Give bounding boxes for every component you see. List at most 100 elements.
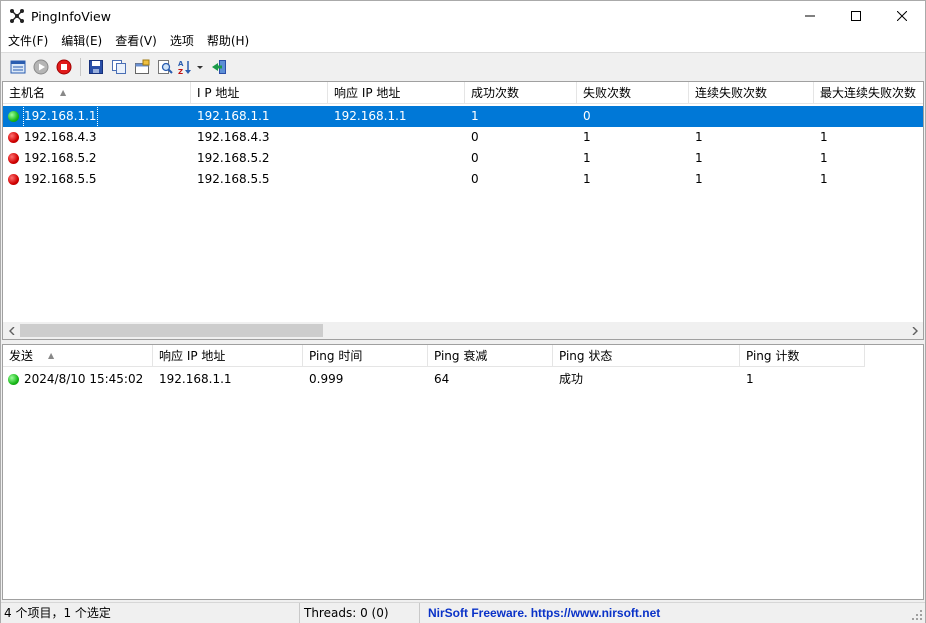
scroll-thumb[interactable] (20, 324, 323, 337)
close-icon (897, 11, 907, 21)
column-header-reply-ip[interactable]: 响应 IP 地址 (328, 82, 465, 104)
table-row[interactable]: 192.168.5.2 192.168.5.2 0 1 1 1 (3, 148, 923, 169)
ping-time: 0.999 (309, 372, 344, 386)
toolbar: A Z (1, 52, 925, 80)
scroll-left-button[interactable] (3, 322, 20, 339)
copy-icon (112, 59, 126, 74)
consecutive-failed-count: 1 (695, 151, 703, 165)
column-header-ping-count[interactable]: Ping 计数 (740, 345, 865, 367)
status-threads: Threads: 0 (0) (300, 602, 420, 623)
column-label: Ping 计数 (746, 349, 800, 363)
app-icon (9, 8, 25, 24)
properties-button[interactable] (131, 56, 153, 78)
hosts-list[interactable]: 主机名 ▲ I P 地址 响应 IP 地址 成功次数 失败次数 连续失败次数 最… (2, 81, 924, 340)
close-button[interactable] (879, 1, 925, 31)
properties-icon (135, 59, 150, 74)
ping-count: 1 (746, 372, 754, 386)
column-header-success[interactable]: 成功次数 (465, 82, 577, 104)
column-header-ping-status[interactable]: Ping 状态 (553, 345, 740, 367)
chevron-right-icon (912, 326, 918, 335)
table-row[interactable]: 2024/8/10 15:45:02 192.168.1.1 0.999 64 … (3, 369, 865, 390)
find-button[interactable] (154, 56, 176, 78)
ip-address: 192.168.1.1 (197, 109, 270, 123)
ip-address: 192.168.5.5 (197, 172, 270, 186)
ping-status: 成功 (559, 372, 584, 386)
table-row[interactable]: 192.168.1.1 192.168.1.1 192.168.1.1 1 0 (3, 106, 923, 127)
column-label: 连续失败次数 (695, 86, 768, 100)
column-label: Ping 时间 (309, 349, 363, 363)
column-header-ping-time[interactable]: Ping 时间 (303, 345, 428, 367)
column-label: I P 地址 (197, 86, 240, 100)
menu-bar: 文件(F) 编辑(E) 查看(V) 选项 帮助(H) (1, 31, 925, 52)
consecutive-failed-count: 1 (695, 130, 703, 144)
menu-file[interactable]: 文件(F) (3, 31, 53, 52)
column-label: 响应 IP 地址 (159, 349, 226, 363)
table-row[interactable]: 192.168.4.3 192.168.4.3 0 1 1 1 (3, 127, 923, 148)
resize-grip-icon[interactable] (911, 609, 923, 621)
ping-history-list[interactable]: 发送 ▲ 响应 IP 地址 Ping 时间 Ping 衰减 Ping 状态 Pi… (2, 344, 924, 600)
menu-edit[interactable]: 编辑(E) (56, 31, 107, 52)
svg-text:Z: Z (178, 68, 183, 75)
sort-button[interactable]: A Z (177, 56, 207, 78)
column-label: 成功次数 (471, 86, 520, 100)
sort-icon: A Z (178, 60, 203, 75)
window-controls (787, 1, 925, 31)
menu-help[interactable]: 帮助(H) (202, 31, 254, 52)
max-consecutive-failed-count: 1 (820, 151, 828, 165)
exit-icon (212, 59, 226, 74)
reply-ip-address: 192.168.1.1 (334, 109, 407, 123)
status-green-icon (8, 111, 19, 122)
scroll-right-button[interactable] (906, 322, 923, 339)
status-item-count: 4 个项目，1 个选定 (1, 602, 300, 623)
host-name: 192.168.4.3 (24, 130, 97, 144)
start-ping-icon (33, 59, 49, 74)
ping-ttl: 64 (434, 372, 450, 386)
success-count: 0 (471, 130, 479, 144)
menu-options[interactable]: 选项 (165, 31, 199, 52)
start-ping-button[interactable] (30, 56, 52, 78)
status-red-icon (8, 132, 19, 143)
column-header-max-consecutive-failed[interactable]: 最大连续失败次数 (814, 82, 923, 104)
sort-indicator-icon: ▲ (60, 88, 67, 97)
maximize-button[interactable] (833, 1, 879, 31)
menu-view[interactable]: 查看(V) (110, 31, 162, 52)
save-icon (89, 59, 103, 74)
horizontal-scrollbar[interactable] (3, 322, 923, 339)
column-label: 失败次数 (583, 86, 632, 100)
app-window: PingInfoView 文件(F) 编辑(E) 查看(V) 选项 帮助(H) (0, 0, 926, 623)
reply-ip-address (328, 127, 465, 148)
exit-button[interactable] (208, 56, 230, 78)
failed-count: 1 (583, 130, 591, 144)
table-row[interactable]: 192.168.5.5 192.168.5.5 0 1 1 1 (3, 169, 923, 190)
ip-address: 192.168.4.3 (197, 130, 270, 144)
stop-ping-icon (56, 59, 72, 74)
sent-time: 2024/8/10 15:45:02 (24, 372, 144, 386)
host-name: 192.168.5.5 (24, 172, 97, 186)
consecutive-failed-count (689, 106, 814, 127)
column-header-sent[interactable]: 发送 ▲ (3, 345, 153, 367)
ping-history-header: 发送 ▲ 响应 IP 地址 Ping 时间 Ping 衰减 Ping 状态 Pi… (3, 345, 865, 367)
column-header-ping-ttl[interactable]: Ping 衰减 (428, 345, 553, 367)
title-bar[interactable]: PingInfoView (1, 1, 925, 31)
reply-ip-address: 192.168.1.1 (159, 372, 232, 386)
column-header-failed[interactable]: 失败次数 (577, 82, 689, 104)
save-button[interactable] (85, 56, 107, 78)
column-header-reply-ip[interactable]: 响应 IP 地址 (153, 345, 303, 367)
column-header-ip[interactable]: I P 地址 (191, 82, 328, 104)
options-button[interactable] (7, 56, 29, 78)
status-red-icon (8, 174, 19, 185)
window-title: PingInfoView (31, 8, 111, 24)
nirsoft-link[interactable]: NirSoft Freeware. https://www.nirsoft.ne… (428, 606, 660, 620)
stop-ping-button[interactable] (53, 56, 75, 78)
svg-text:A: A (178, 60, 184, 68)
minimize-button[interactable] (787, 1, 833, 31)
maximize-icon (851, 11, 861, 21)
column-header-consecutive-failed[interactable]: 连续失败次数 (689, 82, 814, 104)
column-header-host[interactable]: 主机名 ▲ (3, 82, 191, 104)
ip-address: 192.168.5.2 (197, 151, 270, 165)
reply-ip-address (328, 169, 465, 190)
copy-button[interactable] (108, 56, 130, 78)
column-label: Ping 状态 (559, 349, 613, 363)
host-name: 192.168.5.2 (24, 151, 97, 165)
reply-ip-address (328, 148, 465, 169)
